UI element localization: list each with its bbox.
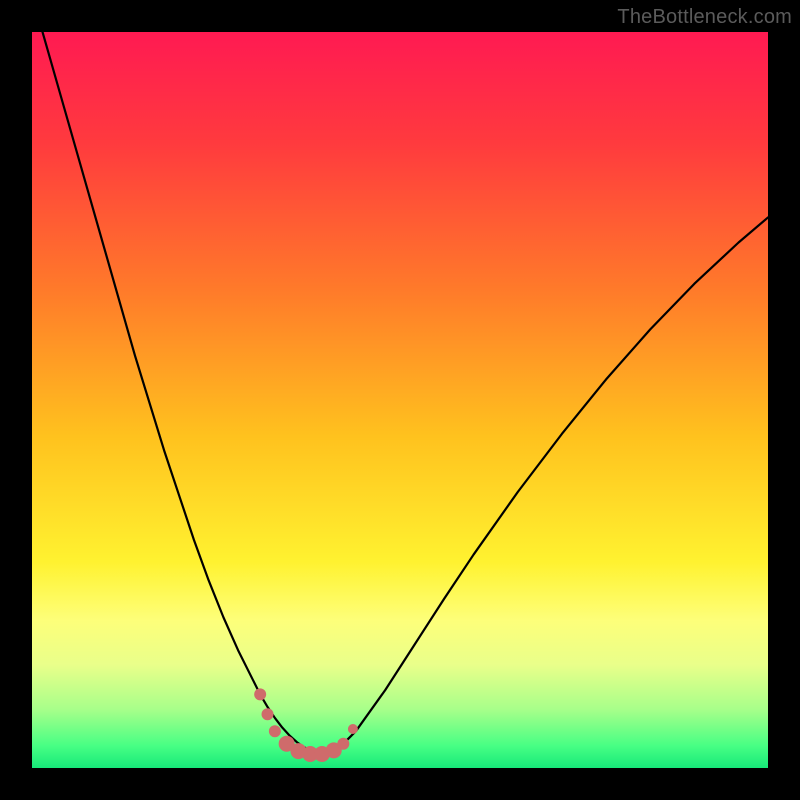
marker-point: [337, 738, 349, 750]
watermark-text: TheBottleneck.com: [617, 6, 792, 29]
marker-point: [262, 708, 274, 720]
chart-canvas: TheBottleneck.com: [0, 0, 800, 800]
marker-point: [254, 688, 266, 700]
marker-point: [348, 724, 358, 734]
plot-area: [32, 32, 768, 768]
gradient-background: [32, 32, 768, 768]
marker-point: [269, 725, 281, 737]
chart-svg: [32, 32, 768, 768]
